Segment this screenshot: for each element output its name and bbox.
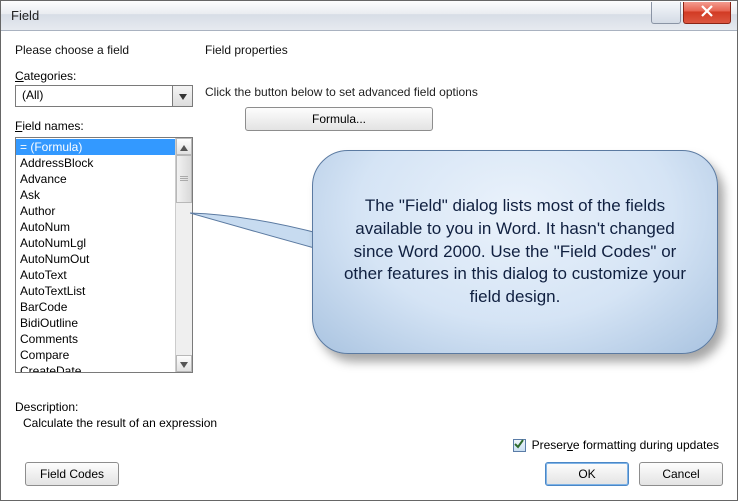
description-block: Description: Calculate the result of an … — [1, 400, 737, 434]
scrollbar[interactable] — [175, 138, 192, 372]
help-button[interactable]: ? — [651, 2, 681, 24]
description-label: Description: — [15, 400, 723, 414]
preserve-label: Preserve formatting during updates — [532, 438, 719, 452]
list-item[interactable]: BarCode — [16, 299, 175, 315]
list-item[interactable]: AutoNumOut — [16, 251, 175, 267]
scroll-down-button[interactable] — [176, 355, 192, 372]
chevron-down-icon — [180, 357, 188, 371]
categories-value[interactable]: (All) — [15, 85, 173, 107]
scroll-thumb[interactable] — [176, 155, 192, 203]
fieldnames-label: Field names: — [15, 119, 193, 133]
list-item[interactable]: = (Formula) — [16, 139, 175, 155]
field-properties-heading: Field properties — [205, 43, 723, 57]
callout-text: The "Field" dialog lists most of the fie… — [335, 195, 695, 310]
preserve-row: Preserve formatting during updates — [1, 434, 737, 452]
fieldnames-listbox[interactable]: = (Formula)AddressBlockAdvanceAskAuthorA… — [15, 137, 193, 373]
titlebar: Field ? — [1, 1, 737, 31]
formula-button[interactable]: Formula... — [245, 107, 433, 131]
list-item[interactable]: AutoTextList — [16, 283, 175, 299]
chevron-up-icon — [180, 140, 188, 154]
close-button[interactable] — [683, 2, 731, 24]
list-item[interactable]: BidiOutline — [16, 315, 175, 331]
list-item[interactable]: CreateDate — [16, 363, 175, 372]
ok-button[interactable]: OK — [545, 462, 629, 486]
annotation-callout: The "Field" dialog lists most of the fie… — [312, 150, 718, 354]
list-item[interactable]: Ask — [16, 187, 175, 203]
dialog-footer: Field Codes OK Cancel — [1, 452, 737, 500]
check-icon — [514, 438, 524, 452]
cancel-button[interactable]: Cancel — [639, 462, 723, 486]
list-item[interactable]: Comments — [16, 331, 175, 347]
chevron-down-icon — [179, 89, 187, 103]
choose-field-panel: Please choose a field Categories: (All) … — [15, 43, 193, 400]
list-item[interactable]: Advance — [16, 171, 175, 187]
field-codes-button[interactable]: Field Codes — [25, 462, 119, 486]
list-item[interactable]: AutoNumLgl — [16, 235, 175, 251]
categories-combo[interactable]: (All) — [15, 85, 193, 107]
advanced-hint: Click the button below to set advanced f… — [205, 85, 723, 99]
preserve-checkbox[interactable] — [513, 439, 526, 452]
grip-icon — [180, 176, 188, 182]
description-text: Calculate the result of an expression — [15, 414, 723, 430]
list-item[interactable]: Author — [16, 203, 175, 219]
window-title: Field — [11, 8, 651, 23]
categories-label: Categories: — [15, 69, 193, 83]
list-item[interactable]: AddressBlock — [16, 155, 175, 171]
choose-field-heading: Please choose a field — [15, 43, 193, 57]
scroll-up-button[interactable] — [176, 138, 192, 155]
categories-dropdown-button[interactable] — [173, 85, 193, 107]
fieldnames-items[interactable]: = (Formula)AddressBlockAdvanceAskAuthorA… — [16, 138, 175, 372]
close-icon — [700, 5, 714, 20]
list-item[interactable]: AutoNum — [16, 219, 175, 235]
scroll-track[interactable] — [176, 203, 192, 355]
list-item[interactable]: AutoText — [16, 267, 175, 283]
list-item[interactable]: Compare — [16, 347, 175, 363]
